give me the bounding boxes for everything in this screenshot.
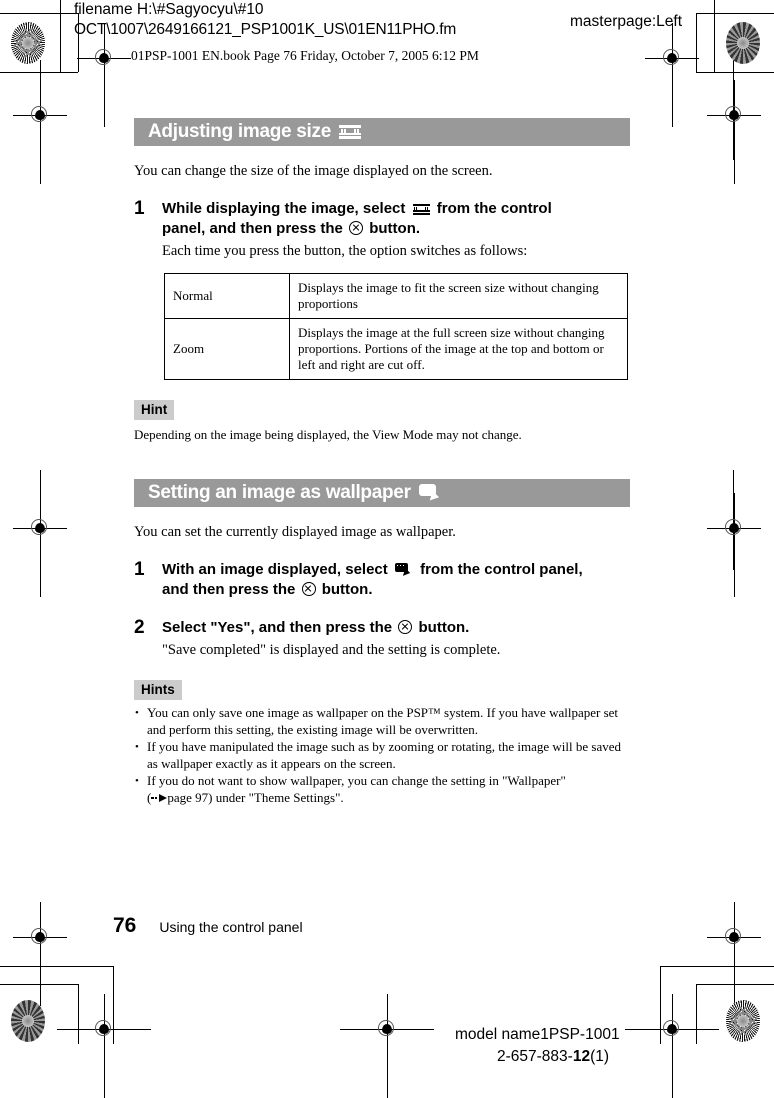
- step-heading-line2-part1: and then press the: [162, 581, 296, 598]
- crop-mark: [696, 984, 774, 985]
- registration-mark-bottom-right: [707, 902, 761, 1006]
- section-header-adjusting-image-size: Adjusting image size: [134, 118, 630, 146]
- registration-mark-header-right: [645, 23, 699, 127]
- cross-button-icon: [349, 221, 364, 235]
- registration-mark-footer-right: [625, 994, 719, 1098]
- step-1-adjusting-image-size: 1 While displaying the image, select fro…: [134, 199, 630, 261]
- step-number: 1: [134, 559, 145, 580]
- screen-size-icon: [338, 125, 361, 139]
- step-heading-text-part2: from the control panel,: [420, 561, 583, 578]
- registration-mark-bottom-left: [13, 902, 67, 1006]
- running-head: Using the control panel: [159, 919, 303, 935]
- crop-mark: [660, 966, 774, 967]
- hints-tag: Hints: [134, 680, 182, 700]
- crop-mark: [78, 984, 79, 1044]
- list-item: If you have manipulated the image such a…: [134, 739, 630, 772]
- step-subtext: Each time you press the button, the opti…: [162, 243, 528, 259]
- hint-xref-target[interactable]: page 97: [167, 790, 208, 805]
- registration-mark-top-right: [707, 80, 761, 184]
- screen-size-icon: [412, 203, 430, 215]
- step-heading-line2-part2: button.: [321, 581, 373, 598]
- step-heading: With an image displayed, select from the…: [162, 560, 630, 600]
- trim-guide: [40, 60, 41, 160]
- step-heading-text-part1: While displaying the image, select: [162, 200, 406, 217]
- part-number-suffix: (1): [590, 1048, 610, 1065]
- part-number-revision: 12: [572, 1048, 591, 1065]
- step-heading-text-part1: Select "Yes", and then press the: [162, 619, 393, 636]
- step-heading: Select "Yes", and then press the button.: [162, 618, 630, 638]
- star-target-bottom-left: [11, 1000, 45, 1042]
- registration-mark-footer-center: [340, 994, 434, 1098]
- step-heading: While displaying the image, select from …: [162, 199, 630, 239]
- trim-guide: [733, 60, 734, 160]
- crop-mark: [60, 0, 61, 72]
- section-intro-text: You can change the size of the image dis…: [134, 163, 493, 179]
- hints-list: You can only save one image as wallpaper…: [134, 705, 630, 806]
- star-target-top-left: [11, 22, 45, 64]
- crop-mark: [660, 966, 661, 1044]
- section-header-setting-image-as-wallpaper: Setting an image as wallpaper: [134, 479, 630, 507]
- table-cell-option-name: Normal: [164, 273, 290, 319]
- registration-mark-footer-left: [57, 994, 151, 1098]
- page-number: 76: [113, 914, 137, 937]
- trim-guide: [40, 470, 41, 570]
- registration-mark-top-left: [13, 80, 67, 184]
- step-heading-line2-part2: button.: [418, 619, 470, 636]
- page-footer: 76 Using the control panel: [113, 914, 303, 938]
- step-heading-line2-part2: button.: [369, 220, 421, 237]
- list-item: You can only save one image as wallpaper…: [134, 705, 630, 738]
- list-item: If you do not want to show wallpaper, yo…: [134, 773, 630, 806]
- page-content: Adjusting image size You can change the …: [134, 118, 630, 807]
- trim-guide: [733, 470, 734, 570]
- table-cell-option-description: Displays the image at the full screen si…: [289, 318, 628, 380]
- step-number: 2: [134, 617, 145, 638]
- hint-tag: Hint: [134, 400, 175, 420]
- crop-mark: [113, 966, 114, 1044]
- part-number-prefix: 2-657-883-: [497, 1048, 573, 1065]
- cross-button-icon: [398, 620, 413, 634]
- step-subtext: "Save completed" is displayed and the se…: [162, 642, 501, 658]
- step-1-setting-wallpaper: 1 With an image displayed, select from t…: [134, 560, 630, 600]
- section-intro-text: You can set the currently displayed imag…: [134, 524, 456, 540]
- step-2-setting-wallpaper: 2 Select "Yes", and then press the butto…: [134, 618, 630, 660]
- step-number: 1: [134, 198, 145, 219]
- registration-mark-header: [77, 23, 131, 127]
- crop-mark: [696, 72, 774, 73]
- step-heading-text-part2: from the control: [436, 200, 552, 217]
- book-page-timestamp-line: 01PSP-1001 EN.book Page 76 Friday, Octob…: [131, 48, 479, 63]
- cross-button-icon: [301, 582, 316, 596]
- crop-mark: [0, 966, 114, 967]
- table-cell-option-name: Zoom: [164, 318, 290, 380]
- section-title: Setting an image as wallpaper: [148, 482, 411, 503]
- table-cell-option-description: Displays the image to fit the screen siz…: [289, 273, 628, 319]
- registration-mark-mid-left: [13, 493, 67, 597]
- step-heading-line2-part1: panel, and then press the: [162, 220, 343, 237]
- cross-reference-arrow-icon: [151, 793, 167, 803]
- hint-text-line: If you do not want to show wallpaper, yo…: [147, 773, 566, 788]
- crop-mark: [696, 984, 697, 1044]
- crop-mark: [0, 13, 78, 14]
- wallpaper-icon: [394, 563, 413, 578]
- star-target-bottom-right: [726, 1000, 760, 1042]
- star-target-top-right: [726, 22, 760, 64]
- table-row: Normal Displays the image to fit the scr…: [164, 273, 628, 319]
- masterpage-label: masterpage:Left: [570, 13, 683, 30]
- part-number-label: 2-657-883-12(1): [497, 1048, 609, 1066]
- crop-mark: [714, 0, 715, 72]
- hint-text: Depending on the image being displayed, …: [134, 427, 522, 442]
- view-mode-options-table: Normal Displays the image to fit the scr…: [164, 273, 628, 380]
- step-heading-text-part1: With an image displayed, select: [162, 561, 388, 578]
- wallpaper-icon: [418, 484, 441, 503]
- crop-mark: [0, 984, 78, 985]
- hint-xref-suffix: ) under "Theme Settings".: [208, 789, 344, 805]
- table-row: Zoom Displays the image at the full scre…: [164, 318, 628, 380]
- crop-mark: [0, 72, 78, 73]
- registration-mark-mid-right: [707, 493, 761, 597]
- model-name-label: model name1PSP-1001: [455, 1026, 620, 1043]
- section-title: Adjusting image size: [148, 121, 331, 142]
